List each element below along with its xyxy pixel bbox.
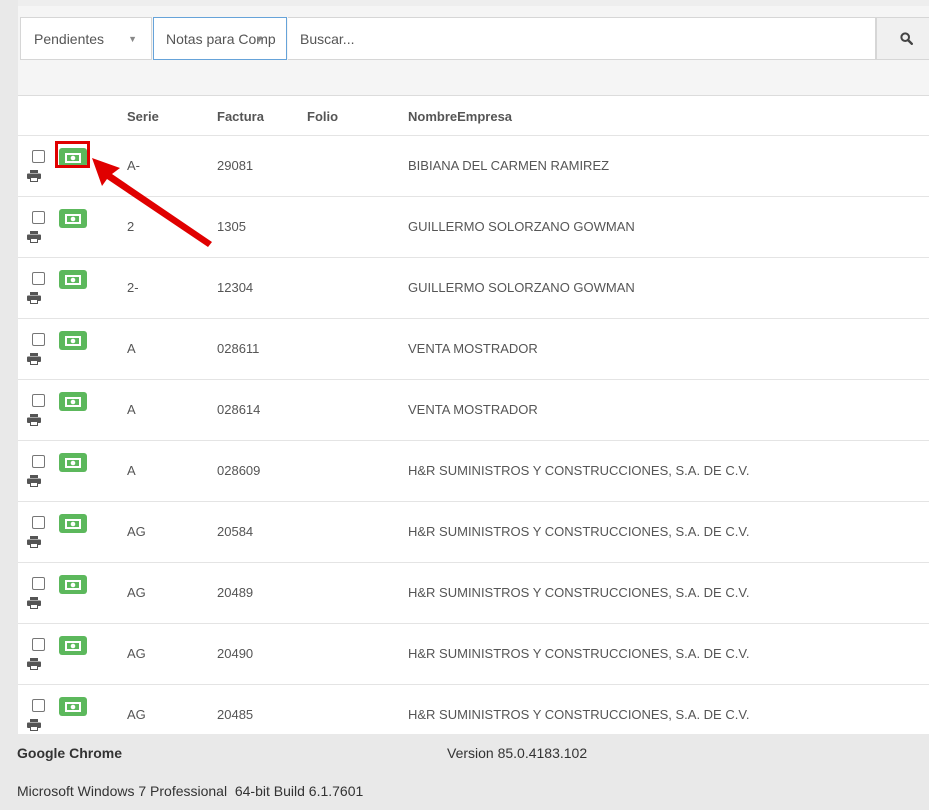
print-icon[interactable] <box>27 414 41 426</box>
cell-serie: A <box>127 463 136 478</box>
caret-down-icon: ▼ <box>128 34 137 44</box>
row-checkbox[interactable] <box>32 211 45 224</box>
table-header: Serie Factura Folio NombreEmpresa <box>18 97 929 136</box>
cell-factura: 29081 <box>217 158 254 173</box>
cell-factura: 20490 <box>217 646 254 661</box>
row-checkbox[interactable] <box>32 516 45 529</box>
pay-button[interactable] <box>59 636 87 655</box>
app-window: Pendientes ▼ Notas para Comp ▼ Buscar...… <box>18 0 929 734</box>
table-row: AG 20485 H&R SUMINISTROS Y CONSTRUCCIONES,… <box>18 685 929 734</box>
cell-serie: AG <box>127 646 146 661</box>
money-icon <box>65 518 81 529</box>
cell-empresa: GUILLERMO SOLORZANO GOWMAN <box>408 219 635 234</box>
cell-serie: AG <box>127 585 146 600</box>
cell-factura: 12304 <box>217 280 254 295</box>
cell-serie: AG <box>127 524 146 539</box>
cell-factura: 028611 <box>217 341 260 356</box>
pay-button[interactable] <box>59 209 87 228</box>
pay-button[interactable] <box>59 270 87 289</box>
money-icon <box>65 701 81 712</box>
print-icon[interactable] <box>27 536 41 548</box>
row-checkbox[interactable] <box>32 394 45 407</box>
row-checkbox[interactable] <box>32 638 45 651</box>
cell-empresa: GUILLERMO SOLORZANO GOWMAN <box>408 280 635 295</box>
cell-empresa: H&R SUMINISTROS Y CONSTRUCCIONES, S.A. D… <box>408 463 750 478</box>
row-checkbox[interactable] <box>32 272 45 285</box>
row-checkbox[interactable] <box>32 455 45 468</box>
status-select-value: Pendientes <box>34 30 105 47</box>
highlight-box <box>55 141 90 168</box>
print-icon[interactable] <box>27 353 41 365</box>
table-row: AG 20490 H&R SUMINISTROS Y CONSTRUCCIONES,… <box>18 624 929 685</box>
print-icon[interactable] <box>27 475 41 487</box>
cell-empresa: VENTA MOSTRADOR <box>408 402 538 417</box>
os-info: Microsoft Windows 7 Professional 64-bit … <box>17 783 364 799</box>
money-icon <box>65 274 81 285</box>
cell-empresa: H&R SUMINISTROS Y CONSTRUCCIONES, S.A. D… <box>408 585 750 600</box>
table-row: A 028614 VENTA MOSTRADOR <box>18 380 929 441</box>
header-empresa[interactable]: NombreEmpresa <box>408 109 512 124</box>
pay-button[interactable] <box>59 331 87 350</box>
money-icon <box>65 335 81 346</box>
pay-button[interactable] <box>59 697 87 716</box>
cell-empresa: H&R SUMINISTROS Y CONSTRUCCIONES, S.A. D… <box>408 646 750 661</box>
cell-empresa: VENTA MOSTRADOR <box>408 341 538 356</box>
pay-button[interactable] <box>59 453 87 472</box>
search-placeholder: Buscar... <box>300 30 355 47</box>
money-icon <box>65 579 81 590</box>
table-row: AG 20489 H&R SUMINISTROS Y CONSTRUCCIONES,… <box>18 563 929 624</box>
money-icon <box>65 213 81 224</box>
print-icon[interactable] <box>27 719 41 731</box>
pay-button[interactable] <box>59 575 87 594</box>
search-icon <box>899 32 913 45</box>
annotation-arrow <box>92 158 212 247</box>
row-checkbox[interactable] <box>32 699 45 712</box>
table-row: A 028609 H&R SUMINISTROS Y CONSTRUCCIONES,… <box>18 441 929 502</box>
row-checkbox[interactable] <box>32 577 45 590</box>
cell-factura: 20489 <box>217 585 254 600</box>
print-icon[interactable] <box>27 658 41 670</box>
money-icon <box>65 640 81 651</box>
print-icon[interactable] <box>27 231 41 243</box>
cell-serie: A <box>127 402 136 417</box>
pay-button[interactable] <box>59 392 87 411</box>
search-button[interactable] <box>876 17 929 60</box>
cell-factura: 028614 <box>217 402 261 417</box>
cell-empresa: H&R SUMINISTROS Y CONSTRUCCIONES, S.A. D… <box>408 707 750 722</box>
type-select[interactable]: Notas para Comp ▼ <box>153 17 287 60</box>
money-icon <box>65 457 81 468</box>
cell-factura: 1305 <box>217 219 246 234</box>
system-info-footer: Google Chrome Version 85.0.4183.102 Micr… <box>0 734 929 810</box>
header-folio[interactable]: Folio <box>307 109 338 124</box>
caret-down-icon: ▼ <box>255 34 264 44</box>
cell-empresa: H&R SUMINISTROS Y CONSTRUCCIONES, S.A. D… <box>408 524 750 539</box>
cell-serie: A <box>127 341 136 356</box>
cell-factura: 20485 <box>217 707 254 722</box>
browser-version: Version 85.0.4183.102 <box>447 745 588 761</box>
money-icon <box>65 396 81 407</box>
cell-serie: 2- <box>127 280 139 295</box>
status-select[interactable]: Pendientes ▼ <box>20 17 152 60</box>
row-checkbox[interactable] <box>32 150 45 163</box>
search-input[interactable]: Buscar... <box>288 17 876 60</box>
print-icon[interactable] <box>27 597 41 609</box>
row-checkbox[interactable] <box>32 333 45 346</box>
pay-button[interactable] <box>59 514 87 533</box>
table-row: 2- 12304 GUILLERMO SOLORZANO GOWMAN <box>18 258 929 319</box>
table-row: A 028611 VENTA MOSTRADOR <box>18 319 929 380</box>
header-factura[interactable]: Factura <box>217 109 264 124</box>
print-icon[interactable] <box>27 292 41 304</box>
filter-bar: Pendientes ▼ Notas para Comp ▼ Buscar... <box>18 6 929 96</box>
browser-name: Google Chrome <box>17 745 123 761</box>
header-serie[interactable]: Serie <box>127 109 159 124</box>
cell-factura: 028609 <box>217 463 261 478</box>
cell-serie: AG <box>127 707 146 722</box>
print-icon[interactable] <box>27 170 41 182</box>
cell-empresa: BIBIANA DEL CARMEN RAMIREZ <box>408 158 610 173</box>
table-row: AG 20584 H&R SUMINISTROS Y CONSTRUCCIONES,… <box>18 502 929 563</box>
cell-factura: 20584 <box>217 524 254 539</box>
